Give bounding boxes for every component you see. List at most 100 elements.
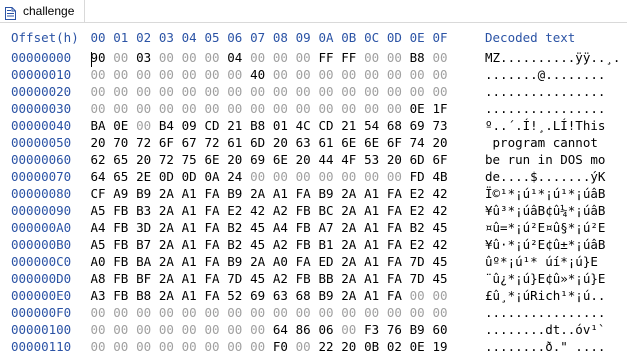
byte-cell[interactable]: A0: [270, 254, 290, 269]
byte-cell[interactable]: 4C: [293, 118, 313, 133]
byte-cell[interactable]: 00: [293, 50, 313, 65]
byte-cell[interactable]: FA: [202, 271, 222, 286]
byte-cell[interactable]: 00: [430, 305, 450, 320]
byte-cell[interactable]: CD: [316, 118, 336, 133]
byte-cell[interactable]: 69: [248, 152, 268, 167]
byte-cell[interactable]: FB: [111, 237, 131, 252]
byte-cell[interactable]: BB: [316, 271, 336, 286]
hex-row[interactable]: 00000100 00 00 00 00 00 00 00 00 64 86 06 00 F3 76 B9 60…: [0, 322, 627, 339]
byte-cell[interactable]: 6E: [270, 152, 290, 167]
byte-cell[interactable]: 00: [407, 305, 427, 320]
hex-row[interactable]: 00000070 64 65 2E 0D 0D 0A 24 00 00 00 00 00 00 00 FD 4B…: [0, 169, 627, 186]
byte-cell[interactable]: 00: [362, 169, 382, 184]
byte-cell[interactable]: 45: [248, 220, 268, 235]
byte-cell[interactable]: 65: [111, 169, 131, 184]
byte-cell[interactable]: B9: [407, 322, 427, 337]
byte-cell[interactable]: A1: [270, 186, 290, 201]
decoded-text[interactable]: ¥û·*¡ú²E¢û±*¡úâB: [485, 237, 605, 252]
decoded-text[interactable]: ................: [485, 305, 605, 320]
byte-cell[interactable]: 00: [88, 101, 108, 116]
byte-cell[interactable]: 00: [293, 305, 313, 320]
byte-cell[interactable]: 75: [179, 152, 199, 167]
byte-cell[interactable]: 45: [430, 254, 450, 269]
byte-cell[interactable]: 2A: [156, 186, 176, 201]
byte-cell[interactable]: FB: [111, 271, 131, 286]
byte-cell[interactable]: 00: [430, 288, 450, 303]
byte-cell[interactable]: 67: [179, 135, 199, 150]
byte-cell[interactable]: 00: [430, 84, 450, 99]
byte-cell[interactable]: 00: [293, 339, 313, 354]
byte-cell[interactable]: 00: [202, 50, 222, 65]
byte-cell[interactable]: A0: [88, 254, 108, 269]
byte-cell[interactable]: 00: [430, 50, 450, 65]
byte-cell[interactable]: 00: [134, 84, 154, 99]
byte-cell[interactable]: 0A: [202, 169, 222, 184]
byte-cell[interactable]: A9: [111, 186, 131, 201]
hex-row[interactable]: 000000F0 00 00 00 00 00 00 00 00 00 00 00 00 00 00 00 00…: [0, 305, 627, 322]
byte-cell[interactable]: 00: [270, 169, 290, 184]
byte-cell[interactable]: E2: [407, 186, 427, 201]
hex-row[interactable]: 00000020 00 00 00 00 00 00 00 00 00 00 00 00 00 00 00 00…: [0, 84, 627, 101]
byte-cell[interactable]: 00: [362, 50, 382, 65]
byte-cell[interactable]: 00: [156, 339, 176, 354]
byte-cell[interactable]: FB: [293, 203, 313, 218]
byte-cell[interactable]: FA: [293, 186, 313, 201]
byte-cell[interactable]: 60: [430, 322, 450, 337]
byte-cell[interactable]: FA: [384, 186, 404, 201]
byte-cell[interactable]: 00: [156, 101, 176, 116]
byte-cell[interactable]: 0D: [156, 169, 176, 184]
byte-cell[interactable]: 21: [225, 118, 245, 133]
byte-cell[interactable]: 06: [316, 322, 336, 337]
byte-cell[interactable]: F0: [270, 339, 290, 354]
byte-cell[interactable]: 00: [156, 305, 176, 320]
byte-cell[interactable]: 72: [156, 152, 176, 167]
hex-row[interactable]: 00000090 A5 FB B3 2A A1 FA E2 42 A2 FB BC 2A A1 FA E2 42…: [0, 203, 627, 220]
byte-cell[interactable]: FB: [111, 254, 131, 269]
byte-cell[interactable]: 01: [270, 118, 290, 133]
byte-cell[interactable]: B9: [316, 288, 336, 303]
byte-cell[interactable]: 00: [293, 84, 313, 99]
byte-cell[interactable]: 00: [134, 67, 154, 82]
byte-cell[interactable]: 00: [111, 101, 131, 116]
byte-cell[interactable]: 61: [316, 135, 336, 150]
byte-cell[interactable]: 00: [270, 101, 290, 116]
byte-cell[interactable]: FA: [202, 237, 222, 252]
byte-cell[interactable]: A2: [270, 237, 290, 252]
hex-row[interactable]: 00000010 00 00 00 00 00 00 00 40 00 00 00 00 00 00 00 00…: [0, 67, 627, 84]
byte-cell[interactable]: 00: [179, 101, 199, 116]
byte-cell[interactable]: 00: [134, 305, 154, 320]
byte-cell[interactable]: 2A: [339, 254, 359, 269]
byte-cell[interactable]: 72: [202, 135, 222, 150]
byte-cell[interactable]: A1: [179, 254, 199, 269]
byte-cell[interactable]: 00: [430, 67, 450, 82]
byte-cell[interactable]: 00: [362, 84, 382, 99]
byte-cell[interactable]: BA: [134, 254, 154, 269]
byte-cell[interactable]: FF: [339, 50, 359, 65]
byte-cell[interactable]: 00: [179, 67, 199, 82]
hex-row[interactable]: 000000D0 A8 FB BF 2A A1 FA 7D 45 A2 FB BB 2A A1 FA 7D 45…: [0, 271, 627, 288]
byte-cell[interactable]: 00: [293, 101, 313, 116]
byte-cell[interactable]: 6F: [430, 152, 450, 167]
byte-cell[interactable]: B8: [407, 50, 427, 65]
byte-cell[interactable]: 2A: [156, 254, 176, 269]
byte-cell[interactable]: B8: [134, 288, 154, 303]
byte-cell[interactable]: CF: [88, 186, 108, 201]
byte-cell[interactable]: FF: [316, 50, 336, 65]
byte-cell[interactable]: 42: [430, 186, 450, 201]
byte-cell[interactable]: B9: [134, 186, 154, 201]
byte-cell[interactable]: CD: [202, 118, 222, 133]
byte-cell[interactable]: 73: [430, 118, 450, 133]
byte-cell[interactable]: 76: [384, 322, 404, 337]
byte-cell[interactable]: 00: [202, 339, 222, 354]
byte-cell[interactable]: A5: [88, 237, 108, 252]
byte-cell[interactable]: 0E: [407, 101, 427, 116]
byte-cell[interactable]: 20: [270, 135, 290, 150]
byte-cell[interactable]: B9: [316, 186, 336, 201]
byte-cell[interactable]: 00: [270, 84, 290, 99]
byte-cell[interactable]: 00: [88, 305, 108, 320]
byte-cell[interactable]: 00: [202, 101, 222, 116]
byte-cell[interactable]: 00: [339, 305, 359, 320]
byte-cell[interactable]: 6D: [248, 135, 268, 150]
byte-cell[interactable]: 00: [225, 84, 245, 99]
byte-cell[interactable]: 00: [384, 169, 404, 184]
